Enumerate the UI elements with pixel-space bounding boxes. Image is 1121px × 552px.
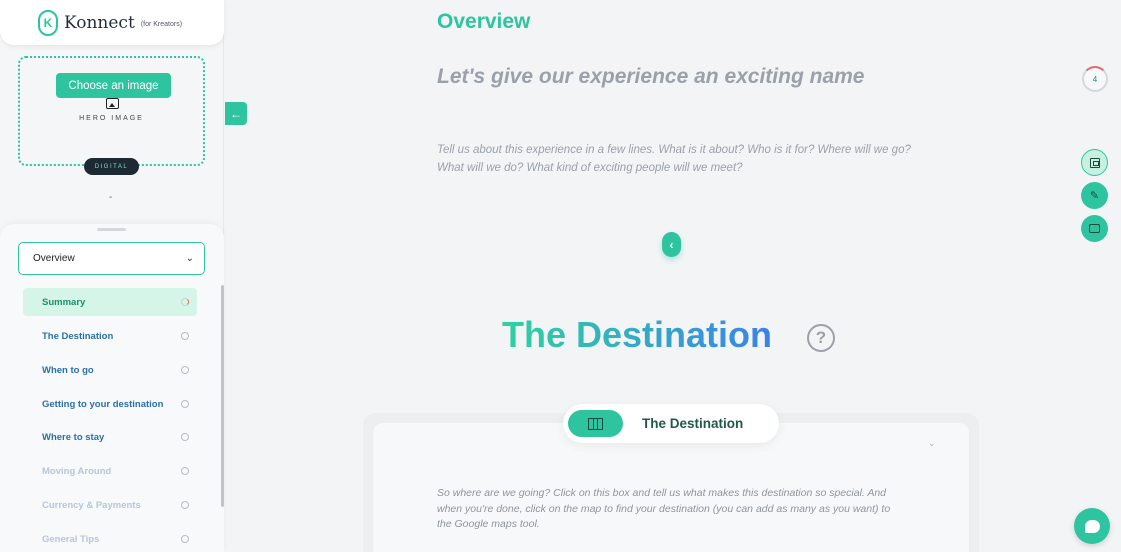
chevron-left-icon: ‹ xyxy=(669,237,674,252)
destination-tab[interactable]: The Destination xyxy=(563,404,779,443)
status-circle-icon xyxy=(181,535,189,543)
section-nav-panel: Overview ⌄ Summary The Destination When … xyxy=(0,224,224,552)
brand-name: Konnect xyxy=(64,12,135,33)
chat-icon xyxy=(1084,519,1100,533)
help-icon[interactable]: ? xyxy=(807,324,835,352)
map-icon xyxy=(588,417,603,430)
section-select-value: Overview xyxy=(33,253,75,264)
experience-description-input[interactable]: Tell us about this experience in a few l… xyxy=(437,141,917,177)
nav-item-label: Moving Around xyxy=(42,465,112,477)
logo-card: K Konnect (for Kreators) xyxy=(0,0,224,45)
sidebar: K Konnect (for Kreators) Choose an image… xyxy=(0,0,224,552)
status-circle-icon xyxy=(181,467,189,475)
nav-item-label: General Tips xyxy=(42,533,100,545)
nav-item-getting-to-destination[interactable]: Getting to your destination xyxy=(23,390,197,418)
status-circle-icon xyxy=(181,433,189,441)
experience-name-input[interactable]: Let's give our experience an exciting na… xyxy=(437,65,865,89)
nav-item-general-tips[interactable]: General Tips xyxy=(23,525,197,552)
sidebar-scrollbar[interactable] xyxy=(221,285,224,507)
expand-button[interactable]: ‹ xyxy=(662,232,681,257)
overview-heading: Overview xyxy=(437,10,531,33)
edit-button[interactable]: ✎ xyxy=(1081,182,1108,209)
nav-item-where-to-stay[interactable]: Where to stay xyxy=(23,423,197,451)
add-image-icon xyxy=(106,98,119,109)
nav-item-label: The Destination xyxy=(42,330,114,342)
nav-item-moving-around[interactable]: Moving Around xyxy=(23,457,197,485)
status-circle-icon xyxy=(181,332,189,340)
chevron-down-icon[interactable]: ⌄ xyxy=(928,438,936,449)
chevron-down-icon: ⌄ xyxy=(185,253,194,264)
nav-item-label: Currency & Payments xyxy=(42,499,141,511)
status-circle-icon xyxy=(181,501,189,509)
pencil-icon: ✎ xyxy=(1089,190,1100,202)
chat-button[interactable] xyxy=(1074,508,1110,544)
comment-icon xyxy=(1089,224,1100,233)
save-button[interactable] xyxy=(1081,149,1108,176)
map-button[interactable] xyxy=(568,410,623,437)
nav-item-label: Where to stay xyxy=(42,431,105,443)
nav-item-label: Summary xyxy=(42,296,86,308)
choose-image-button[interactable]: Choose an image xyxy=(56,73,171,98)
nav-item-summary[interactable]: Summary xyxy=(23,288,197,316)
nav-item-label: Getting to your destination xyxy=(42,398,164,410)
drag-handle[interactable] xyxy=(97,228,126,231)
section-select[interactable]: Overview ⌄ xyxy=(18,242,205,275)
konnect-logo-icon: K xyxy=(38,9,58,36)
comment-button[interactable] xyxy=(1081,215,1108,242)
nav-item-the-destination[interactable]: The Destination xyxy=(23,322,197,350)
status-circle-icon xyxy=(181,366,189,374)
brand-subtitle: (for Kreators) xyxy=(140,20,183,28)
destination-description[interactable]: So where are we going? Click on this box… xyxy=(437,486,907,533)
hero-placeholder-dash: - xyxy=(109,192,113,203)
status-circle-icon xyxy=(181,298,189,306)
nav-item-label: When to go xyxy=(42,364,94,376)
destination-heading: The Destination xyxy=(502,314,773,355)
nav-item-when-to-go[interactable]: When to go xyxy=(23,356,197,384)
save-icon xyxy=(1089,157,1100,168)
hero-image-dropzone[interactable]: Choose an image HERO IMAGE xyxy=(18,56,205,166)
progress-indicator: 4 xyxy=(1082,66,1108,92)
nav-item-currency-payments[interactable]: Currency & Payments xyxy=(23,491,197,519)
hero-image-label: HERO IMAGE xyxy=(79,115,144,122)
status-circle-icon xyxy=(181,400,189,408)
collapse-sidebar-button[interactable]: ← xyxy=(225,102,247,125)
destination-tab-label: The Destination xyxy=(642,416,744,431)
arrow-left-icon: ← xyxy=(230,106,242,121)
digital-badge: DIGITAL xyxy=(84,158,139,175)
